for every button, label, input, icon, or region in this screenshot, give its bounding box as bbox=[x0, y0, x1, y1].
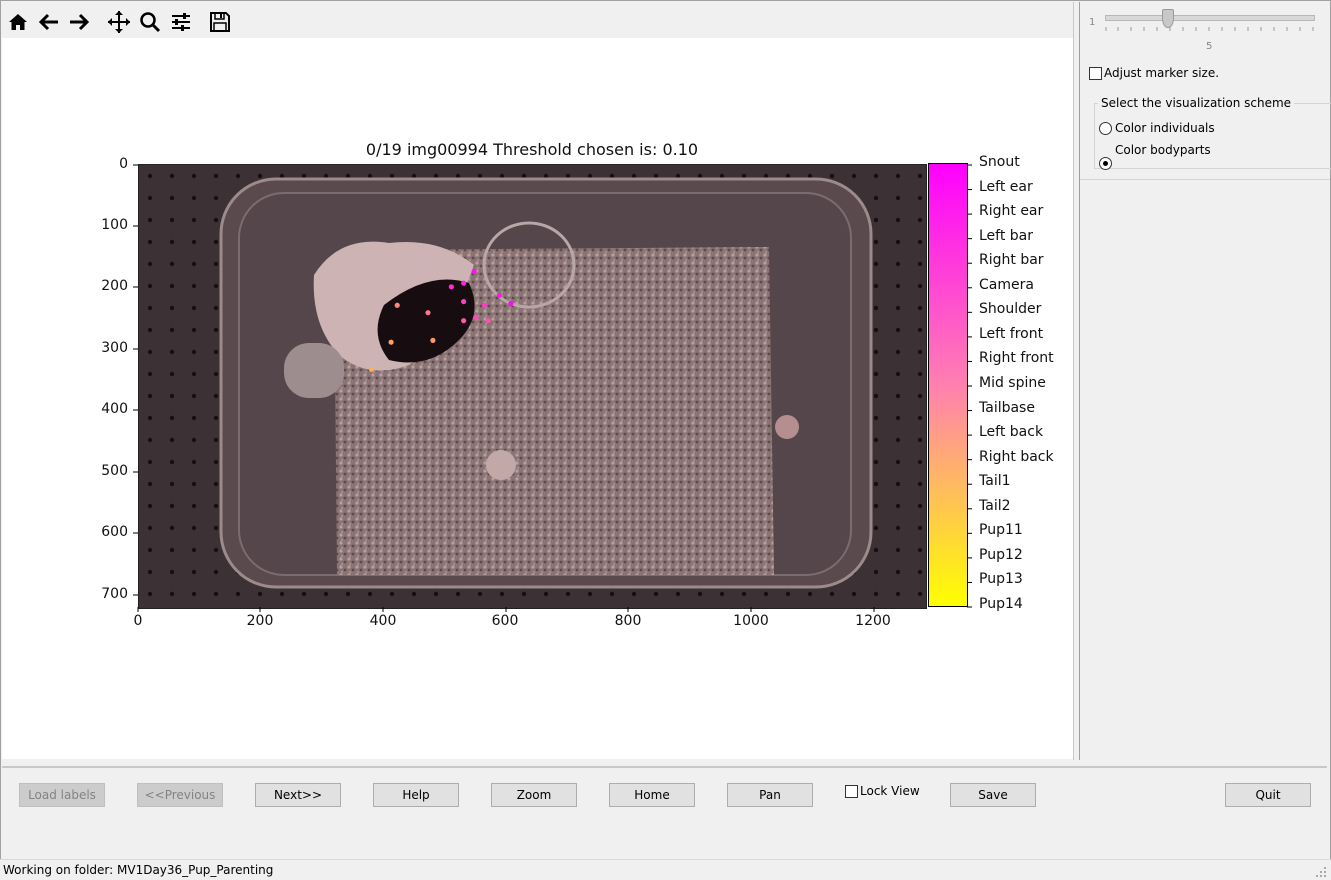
x-tick-label: 0 bbox=[133, 613, 143, 629]
quit-button[interactable]: Quit bbox=[1225, 783, 1311, 807]
video-frame-image bbox=[138, 164, 927, 609]
pan-button[interactable]: Pan bbox=[727, 783, 813, 807]
previous-button[interactable]: <<Previous bbox=[137, 783, 223, 807]
zoom-button[interactable]: Zoom bbox=[491, 783, 577, 807]
keypoint-marker bbox=[461, 318, 467, 324]
help-button[interactable]: Help bbox=[373, 783, 459, 807]
visualization-scheme-group bbox=[1094, 103, 1331, 169]
keypoint-marker bbox=[496, 292, 502, 299]
slider-mid-label: 5 bbox=[1206, 41, 1213, 52]
keypoint-marker bbox=[461, 298, 467, 305]
lock-view-label: Lock View bbox=[860, 784, 920, 798]
colorbar-label: Tailbase bbox=[979, 399, 1035, 416]
colorbar-label: Mid spine bbox=[979, 375, 1046, 391]
keypoint-marker bbox=[368, 366, 375, 372]
status-text: Working on folder: MV1Day36_Pup_Parentin… bbox=[3, 863, 274, 877]
colorbar-label: Snout bbox=[979, 154, 1020, 170]
color-bodyparts-radio[interactable] bbox=[1099, 157, 1112, 170]
zoom-icon[interactable] bbox=[136, 8, 164, 36]
next-button[interactable]: Next>> bbox=[255, 783, 341, 807]
colorbar-label: Camera bbox=[979, 276, 1034, 293]
x-tick-label: 1000 bbox=[733, 613, 769, 629]
y-tick-label: 0 bbox=[119, 156, 128, 172]
colorbar-label: Pup11 bbox=[979, 522, 1023, 539]
slider-ticks bbox=[1105, 27, 1314, 31]
keypoint-marker bbox=[388, 339, 394, 345]
colorbar-label: Pup14 bbox=[979, 596, 1023, 612]
keypoint-marker bbox=[481, 302, 488, 308]
adjust-marker-size-checkbox[interactable] bbox=[1089, 67, 1102, 80]
x-tick-label: 600 bbox=[491, 613, 519, 629]
plot-title: 0/19 img00994 Threshold chosen is: 0.10 bbox=[365, 140, 699, 159]
y-tick-label: 500 bbox=[101, 463, 128, 479]
colorbar-label: Left ear bbox=[979, 178, 1033, 195]
colorbar-label: Shoulder bbox=[979, 301, 1042, 318]
colorbar-label: Right ear bbox=[979, 203, 1044, 220]
colorbar-label: Left bar bbox=[979, 227, 1034, 244]
forward-arrow-icon[interactable] bbox=[65, 8, 93, 36]
keypoint-marker bbox=[461, 280, 467, 286]
marker-size-slider-handle[interactable] bbox=[1162, 9, 1174, 28]
colorbar-label: Right back bbox=[979, 448, 1054, 465]
keypoint-marker bbox=[425, 310, 431, 316]
y-tick-label: 600 bbox=[101, 524, 128, 540]
colorbar-label: Pup12 bbox=[979, 546, 1023, 563]
y-tick-label: 400 bbox=[101, 401, 128, 417]
y-tick-label: 700 bbox=[101, 586, 128, 602]
slider-min-label: 1 bbox=[1089, 17, 1096, 28]
keypoint-marker bbox=[430, 337, 436, 343]
adjust-marker-size-label: Adjust marker size. bbox=[1104, 66, 1220, 80]
keypoint-marker bbox=[394, 302, 400, 308]
color-individuals-radio[interactable] bbox=[1099, 122, 1112, 135]
home-icon[interactable] bbox=[4, 8, 32, 36]
keypoint-marker bbox=[508, 300, 514, 307]
marker-size-slider-track[interactable] bbox=[1105, 15, 1315, 21]
back-arrow-icon[interactable] bbox=[35, 8, 63, 36]
keypoint-marker bbox=[485, 318, 491, 324]
load-labels-button[interactable]: Load labels bbox=[19, 783, 105, 807]
save-button[interactable]: Save bbox=[950, 783, 1036, 807]
resize-grip-icon[interactable] bbox=[1315, 866, 1327, 878]
colorbar-ticks bbox=[967, 164, 972, 608]
x-tick-label: 1200 bbox=[855, 613, 891, 629]
colorbar-label: Pup13 bbox=[979, 571, 1023, 588]
status-bar: Working on folder: MV1Day36_Pup_Parentin… bbox=[0, 859, 1331, 880]
configure-subplots-icon[interactable] bbox=[167, 8, 195, 36]
colorbar-label: Left back bbox=[979, 424, 1044, 441]
colorbar bbox=[928, 163, 968, 607]
save-icon[interactable] bbox=[206, 8, 234, 36]
y-tick-label: 100 bbox=[101, 217, 128, 233]
home-button[interactable]: Home bbox=[609, 783, 695, 807]
x-tick-label: 800 bbox=[614, 613, 642, 629]
keypoint-marker bbox=[471, 268, 477, 275]
colorbar-label: Left front bbox=[979, 325, 1044, 342]
colorbar-label: Right front bbox=[979, 350, 1054, 367]
x-tick-label: 200 bbox=[246, 613, 274, 629]
plot-toolbar bbox=[2, 2, 1073, 38]
keypoint-marker bbox=[448, 284, 454, 290]
colorbar-label: Tail1 bbox=[979, 473, 1011, 490]
color-bodyparts-label: Color bodyparts bbox=[1115, 143, 1211, 157]
colorbar-label: Tail2 bbox=[979, 497, 1011, 514]
colorbar-labels: Snout Left ear Right ear Left bar Right bar C… bbox=[977, 154, 1067, 616]
figure-canvas[interactable]: 0/19 img00994 Threshold chosen is: 0.10 … bbox=[2, 38, 1073, 759]
keypoint-marker bbox=[473, 314, 479, 321]
colorbar-label: Right bar bbox=[979, 252, 1044, 269]
y-tick-label: 200 bbox=[101, 278, 128, 294]
pan-icon[interactable] bbox=[105, 8, 133, 36]
x-tick-label: 400 bbox=[369, 613, 397, 629]
color-individuals-label: Color individuals bbox=[1115, 121, 1215, 135]
options-panel: 1 5 Adjust marker size. Select the visua… bbox=[1079, 2, 1331, 760]
divider bbox=[1080, 179, 1330, 180]
lock-view-checkbox[interactable] bbox=[845, 785, 858, 798]
y-tick-label: 300 bbox=[101, 340, 128, 356]
control-panel bbox=[2, 766, 1327, 858]
visualization-scheme-label: Select the visualization scheme bbox=[1098, 96, 1295, 110]
